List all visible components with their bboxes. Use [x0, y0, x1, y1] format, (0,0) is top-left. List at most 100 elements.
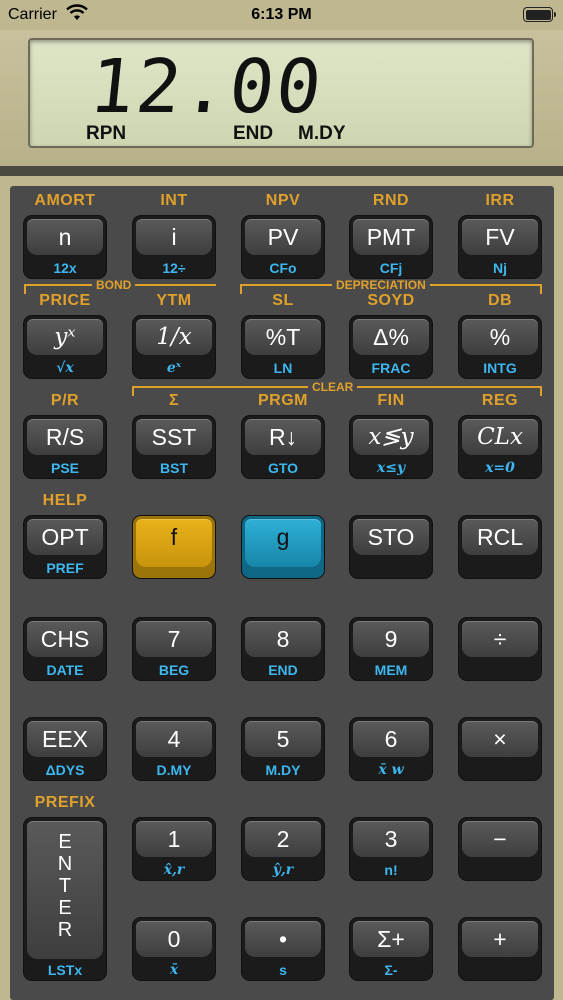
- key-5-0-button[interactable]: EEX ΔDYS: [24, 718, 106, 780]
- key-label: •: [245, 921, 321, 957]
- key-4-3-button[interactable]: 9 MEM: [350, 618, 432, 680]
- key-0-2-button[interactable]: PV CFo: [242, 216, 324, 278]
- key-g-label: CFj: [379, 260, 403, 276]
- key-3-2-button[interactable]: g: [242, 516, 324, 578]
- key-2-0-button[interactable]: R/S PSE: [24, 416, 106, 478]
- key-7-4-button[interactable]: +: [459, 918, 541, 980]
- f-label-3-0: HELP: [42, 492, 88, 509]
- key-5-1-button[interactable]: 4 D.MY: [133, 718, 215, 780]
- key-2-2-button[interactable]: R↓ GTO: [242, 416, 324, 478]
- key-g-label: BST: [160, 460, 188, 476]
- key-label: x≶y: [353, 419, 429, 455]
- key-label: PV: [245, 219, 321, 255]
- key-0-1-button[interactable]: i 12÷: [133, 216, 215, 278]
- key-3-0-button[interactable]: OPT PREF: [24, 516, 106, 578]
- key-7-1-button[interactable]: 0 x̄: [133, 918, 215, 980]
- display-value: 12.00: [85, 44, 328, 130]
- key-7-3-button[interactable]: Σ+ Σ-: [350, 918, 432, 980]
- key-label: 7: [136, 621, 212, 657]
- key-label: 6: [353, 721, 429, 757]
- key-3-4-button[interactable]: RCL: [459, 516, 541, 578]
- key-g-label: x≤y: [376, 460, 406, 476]
- key-4-2-button[interactable]: 8 END: [242, 618, 324, 680]
- key-6-2-button[interactable]: 2 ŷ,r: [242, 818, 324, 880]
- key-1-3-button[interactable]: Δ% FRAC: [350, 316, 432, 378]
- f-label-2-2: PRGM: [258, 392, 308, 409]
- key-g-label: n!: [384, 862, 398, 878]
- key-2-4-button[interactable]: CLx x=0: [459, 416, 541, 478]
- lcd-display: 12.00 RPN END M.DY: [28, 38, 534, 148]
- key-5-4-button[interactable]: ×: [459, 718, 541, 780]
- f-label-6-0: PREFIX: [34, 794, 96, 811]
- key-1-1-button[interactable]: 1/x eˣ: [133, 316, 215, 378]
- key-g-label: ΔDYS: [45, 762, 85, 778]
- key-label: n: [27, 219, 103, 255]
- key-label: EEX: [27, 721, 103, 757]
- key-0-3-button[interactable]: PMT CFj: [350, 216, 432, 278]
- key-6-1-button[interactable]: 1 x̂,r: [133, 818, 215, 880]
- key-label: %T: [245, 319, 321, 355]
- annunciator-mdy: M.DY: [298, 123, 346, 144]
- f-label-0-2: NPV: [265, 192, 301, 209]
- key-5-2-button[interactable]: 5 M.DY: [242, 718, 324, 780]
- clock: 6:13 PM: [251, 6, 312, 23]
- key-label: +: [462, 921, 538, 957]
- f-label-1-2: SL: [272, 292, 294, 309]
- key-7-2-button[interactable]: • s: [242, 918, 324, 980]
- key-2-3-button[interactable]: x≶y x≤y: [350, 416, 432, 478]
- key-g-label: BEG: [158, 662, 190, 678]
- key-1-2-button[interactable]: %T LN: [242, 316, 324, 378]
- key-2-1-button[interactable]: SST BST: [133, 416, 215, 478]
- f-label-1-0: PRICE: [39, 292, 91, 309]
- key-1-0-button[interactable]: yˣ √x: [24, 316, 106, 378]
- key-4-1-button[interactable]: 7 BEG: [133, 618, 215, 680]
- key-6-0-button[interactable]: E N T E R LSTx: [24, 818, 106, 980]
- key-3-1-button[interactable]: f: [133, 516, 215, 578]
- key-label: ENTER: [27, 821, 103, 959]
- key-g-label: s: [279, 962, 287, 978]
- f-label-0-3: RND: [372, 192, 410, 209]
- f-label-0-1: INT: [160, 192, 188, 209]
- depreciation-label: DEPRECIATION: [332, 278, 430, 292]
- key-0-0-button[interactable]: n 12x: [24, 216, 106, 278]
- key-label: PMT: [353, 219, 429, 255]
- key-0-4-button[interactable]: FV Nj: [459, 216, 541, 278]
- f-label-2-3: FIN: [377, 392, 405, 409]
- key-label: ÷: [462, 621, 538, 657]
- key-label: R↓: [245, 419, 321, 455]
- key-g-label: eˣ: [166, 360, 182, 376]
- key-label: 8: [245, 621, 321, 657]
- key-4-4-button[interactable]: ÷: [459, 618, 541, 680]
- key-label: f: [136, 519, 212, 567]
- key-g-label: CFo: [269, 260, 297, 276]
- key-4-0-button[interactable]: CHS DATE: [24, 618, 106, 680]
- key-label: Σ+: [353, 921, 429, 957]
- key-label: 5: [245, 721, 321, 757]
- key-g-label: Σ-: [384, 962, 398, 978]
- key-label: %: [462, 319, 538, 355]
- key-6-4-button[interactable]: −: [459, 818, 541, 880]
- bond-label: BOND: [92, 278, 136, 292]
- key-g-label: x̄ w: [378, 762, 404, 778]
- keypad: BOND DEPRECIATION CLEAR AMORT INT NPV RND IR…: [10, 186, 554, 1000]
- f-label-1-4: DB: [487, 292, 513, 309]
- key-6-3-button[interactable]: 3 n!: [350, 818, 432, 880]
- key-g-label: 12÷: [162, 260, 186, 276]
- key-1-4-button[interactable]: % INTG: [459, 316, 541, 378]
- f-label-1-1: YTM: [156, 292, 192, 309]
- key-label: ×: [462, 721, 538, 757]
- key-3-3-button[interactable]: STO: [350, 516, 432, 578]
- key-label: Δ%: [353, 319, 429, 355]
- key-g-label: PSE: [50, 460, 79, 476]
- f-label-2-0: P/R: [50, 392, 80, 409]
- display-divider: [0, 166, 563, 176]
- key-label: −: [462, 821, 538, 857]
- key-label: SST: [136, 419, 212, 455]
- key-g-label: MEM: [374, 662, 408, 678]
- key-g-label: 12x: [53, 260, 77, 276]
- key-label: 0: [136, 921, 212, 957]
- key-5-3-button[interactable]: 6 x̄ w: [350, 718, 432, 780]
- battery-icon: [523, 7, 556, 22]
- key-g-label: DATE: [46, 662, 84, 678]
- key-label: 9: [353, 621, 429, 657]
